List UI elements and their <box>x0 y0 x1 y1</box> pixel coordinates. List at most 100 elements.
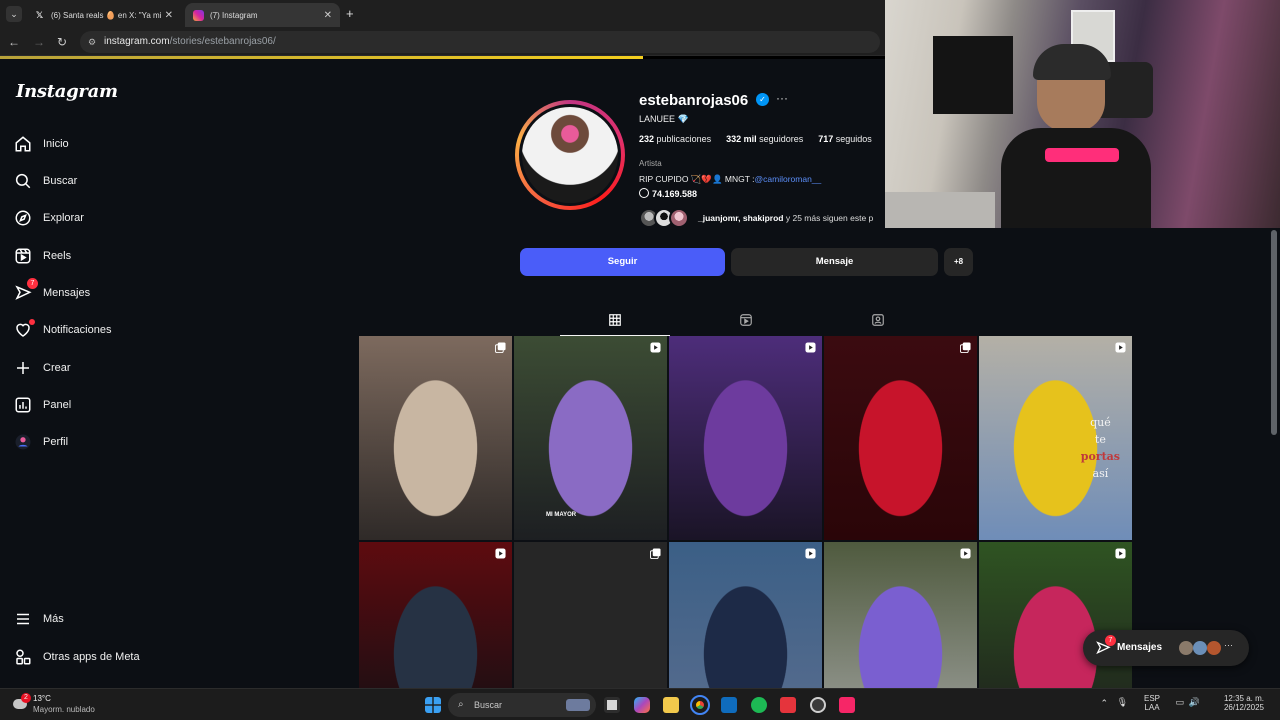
xmind-icon[interactable] <box>780 697 796 713</box>
post-tile[interactable] <box>824 542 977 688</box>
sidebar-item-label: Inicio <box>43 138 69 150</box>
notification-badge: 7 <box>27 278 38 289</box>
profile-avatar-story-ring[interactable] <box>515 100 625 210</box>
sidebar-item-mas[interactable]: Más <box>14 606 64 632</box>
webcam-overlay <box>885 0 1280 228</box>
more-options-icon[interactable]: ··· <box>776 91 788 105</box>
tab-tagged-icon[interactable] <box>871 313 885 327</box>
post-tile[interactable] <box>824 336 977 540</box>
forward-icon[interactable]: → <box>31 34 47 50</box>
network-icon[interactable]: ▭ <box>1175 697 1184 708</box>
threads-link[interactable]: 74.169.588 <box>639 188 697 199</box>
obs-icon[interactable] <box>810 697 826 713</box>
sidebar-item-mensajes[interactable]: 7 Mensajes <box>14 278 90 306</box>
post-tile[interactable] <box>359 336 512 540</box>
sidebar-item-buscar[interactable]: Buscar <box>14 168 77 194</box>
address-bar[interactable]: ⚙ instagram.com/stories/estebanrojas06/ <box>80 31 880 53</box>
sidebar-item-label: Buscar <box>43 175 78 187</box>
more-icon[interactable]: ··· <box>1224 640 1233 650</box>
task-view-icon[interactable] <box>604 697 620 713</box>
chrome-icon[interactable] <box>690 695 710 715</box>
back-icon[interactable]: ← <box>6 34 22 50</box>
post-tile[interactable]: qué te portas así <box>979 336 1132 540</box>
url-path: /stories/estebanrojas06/ <box>169 36 276 47</box>
tab-posts-grid-icon[interactable] <box>608 313 622 327</box>
volume-icon[interactable]: 🔊 <box>1189 697 1200 708</box>
post-caption-overlay: MI MAYOR <box>546 512 577 518</box>
sidebar-item-crear[interactable]: Crear <box>14 355 71 381</box>
search-icon: ⌕ <box>458 699 464 710</box>
close-tab-icon[interactable]: ✕ <box>324 10 332 21</box>
sidebar-item-explorar[interactable]: Explorar <box>14 205 84 231</box>
sidebar-item-otras-apps[interactable]: Otras apps de Meta <box>14 644 140 670</box>
url-domain: instagram.com <box>104 36 170 47</box>
avatar-icon <box>15 434 31 450</box>
clock[interactable]: 12:35 a. m. 26/12/2025 <box>1204 694 1264 712</box>
threads-handle: 74.169.588 <box>652 189 698 199</box>
profile-stats: 232 publicaciones 332 mil seguidores 717… <box>639 134 872 144</box>
sidebar-item-label: Panel <box>43 399 72 411</box>
conversation-avatar <box>1207 641 1221 655</box>
x-icon: 𝕏 <box>35 9 44 20</box>
page-scrollbar[interactable] <box>1271 230 1277 435</box>
bio-mention-link[interactable]: @camiloroman__ <box>755 174 822 184</box>
microphone-icon[interactable]: 🎙 <box>1117 697 1128 708</box>
post-tile[interactable] <box>669 542 822 688</box>
weather-desc: Mayorm. nublado <box>33 705 95 714</box>
input-language[interactable]: ESP LAA <box>1138 694 1166 712</box>
tiktok-icon[interactable] <box>839 697 855 713</box>
new-tab-button[interactable]: + <box>346 6 354 21</box>
taskbar-search[interactable]: ⌕ Buscar <box>448 693 596 717</box>
suggest-accounts-button[interactable]: +8 <box>944 248 973 276</box>
close-tab-icon[interactable]: ✕ <box>165 10 173 21</box>
store-icon[interactable] <box>721 697 737 713</box>
browser-tab-instagram[interactable]: (7) Instagram ✕ <box>185 3 340 27</box>
conversation-avatar <box>1179 641 1193 655</box>
profile-category: Artista <box>639 159 662 168</box>
sidebar-item-reels[interactable]: Reels <box>14 243 71 269</box>
webcam-monitor <box>933 36 1013 114</box>
file-explorer-icon[interactable] <box>663 697 679 713</box>
spotify-icon[interactable] <box>751 697 767 713</box>
profile-fullname: LANUEE 💎 <box>639 114 689 124</box>
profile-username: estebanrojas06 <box>639 92 749 109</box>
reels-icon <box>15 248 31 264</box>
floating-messages-button[interactable]: 7 Mensajes ··· <box>1083 630 1249 666</box>
sidebar-item-panel[interactable]: Panel <box>14 392 71 418</box>
notification-dot <box>29 319 35 325</box>
followers-stat[interactable]: 332 mil seguidores <box>726 134 803 144</box>
post-tile[interactable] <box>669 336 822 540</box>
windows-start-icon[interactable] <box>425 697 441 713</box>
sidebar-item-label: Reels <box>43 250 72 262</box>
copilot-icon[interactable] <box>634 697 650 713</box>
tab-list-button[interactable]: ⌄ <box>6 6 22 22</box>
instagram-logo[interactable]: Instagram <box>16 81 118 102</box>
tab-reels-icon[interactable] <box>739 313 753 327</box>
tray-chevron-icon[interactable]: ⌃ <box>1100 698 1108 709</box>
webcam-pink-light <box>1045 148 1119 162</box>
conversation-avatar <box>1193 641 1207 655</box>
sidebar-item-perfil[interactable]: Perfil <box>14 429 68 455</box>
post-tile[interactable]: MI MAYOR <box>514 336 667 540</box>
sidebar-item-notificaciones[interactable]: Notificaciones <box>14 317 111 343</box>
post-tile[interactable] <box>979 542 1132 688</box>
compass-icon <box>15 210 31 226</box>
tab-title: (7) Instagram <box>210 10 258 20</box>
meta-apps-icon <box>16 649 31 665</box>
following-stat[interactable]: 717 seguidos <box>818 134 872 144</box>
browser-tab-twitter[interactable]: 𝕏 (6) Santa reals 🥚 en X: "Ya mi h ✕ <box>26 3 181 27</box>
post-tile[interactable] <box>514 542 667 688</box>
sidebar-item-inicio[interactable]: Inicio <box>14 131 69 157</box>
site-info-icon[interactable]: ⚙ <box>88 31 96 53</box>
followed-by[interactable]: _juanjomr, shakiprod y 25 más siguen est… <box>639 208 873 228</box>
follow-button[interactable]: Seguir <box>520 248 725 276</box>
post-text-overlay: qué te portas así <box>1080 416 1120 480</box>
reel-indicator-icon <box>1115 548 1126 559</box>
profile-avatar[interactable] <box>519 104 621 206</box>
post-tile[interactable] <box>359 542 512 688</box>
message-button[interactable]: Mensaje <box>731 248 938 276</box>
profile-bio: RIP CUPIDO 🏹💔👤 MNGT :@camiloroman__ <box>639 174 821 185</box>
reload-icon[interactable]: ↻ <box>54 34 70 50</box>
reel-indicator-icon <box>805 548 816 559</box>
verified-badge-icon: ✓ <box>756 93 769 106</box>
